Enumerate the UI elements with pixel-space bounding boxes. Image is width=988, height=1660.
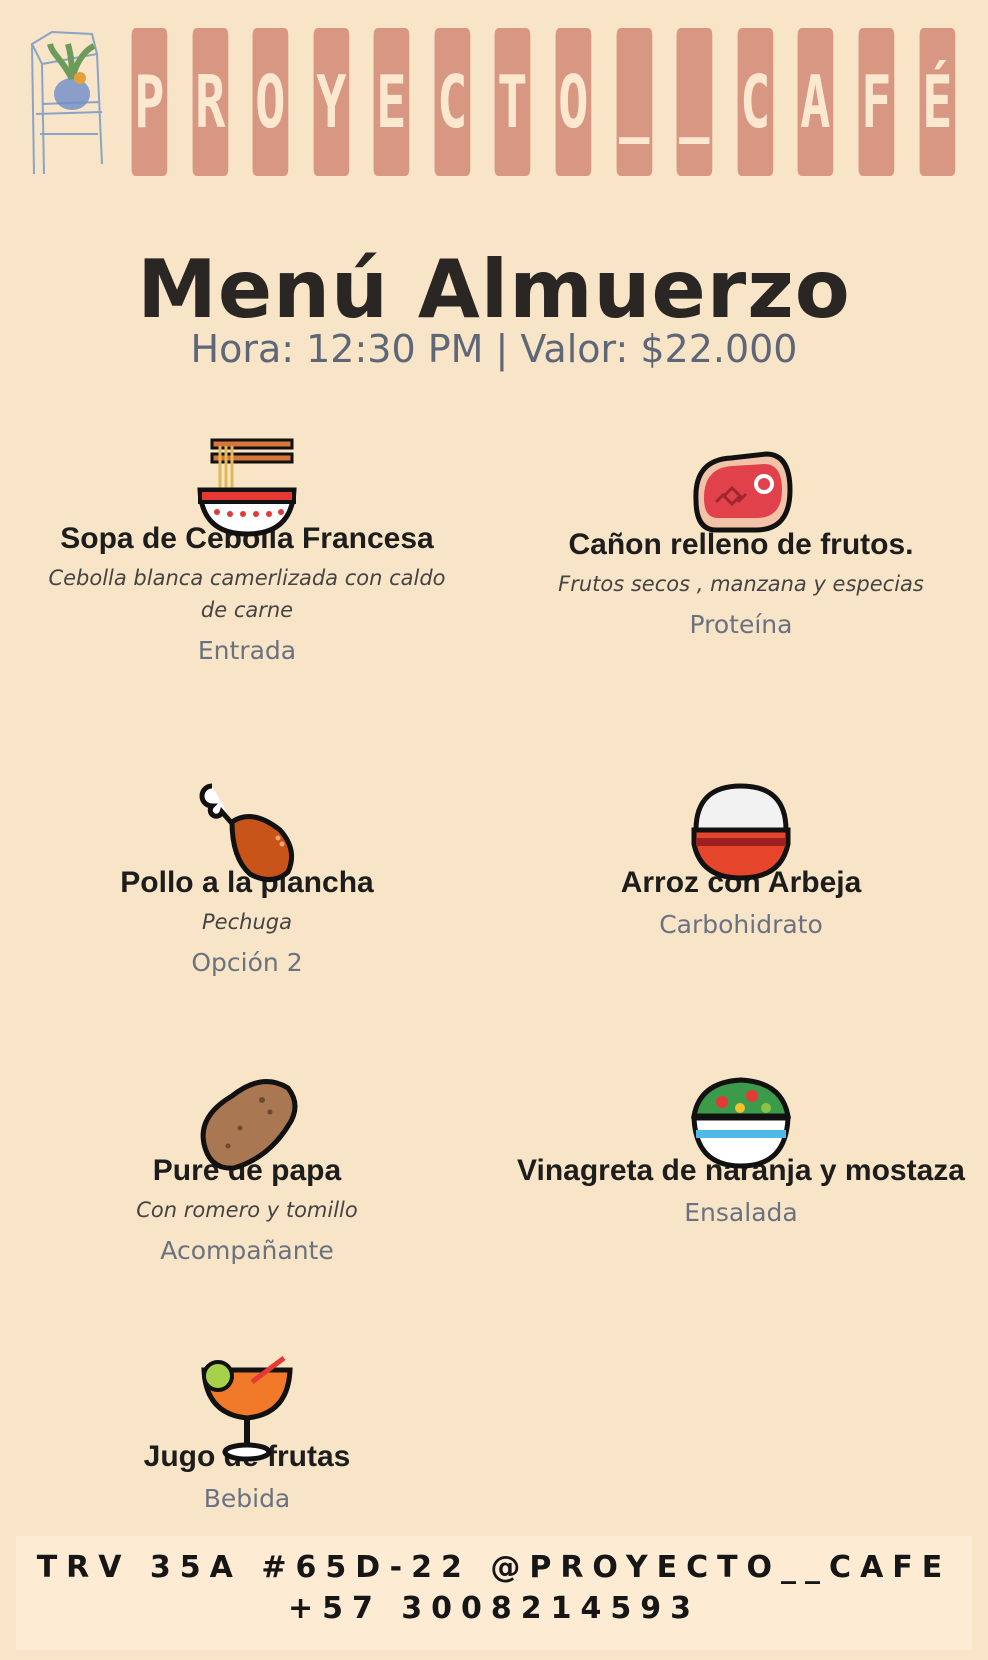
footer-contact: TRV 35A #65D-22 @PROYECTO__CAFE +57 3008… <box>16 1536 972 1650</box>
item-description: Frutos secos , manzana y especias <box>558 572 924 596</box>
brand-letter-tile: E <box>373 28 410 176</box>
page-title: Menú Almuerzo <box>137 243 851 336</box>
item-category: Entrada <box>197 636 297 665</box>
item-category: Acompañante <box>160 1236 334 1265</box>
menu-item: Jugo de frutas Bebida <box>12 1352 482 1513</box>
brand-letter-tile: T <box>495 28 531 176</box>
potato-icon <box>200 1079 298 1171</box>
brand-letter-tile: R <box>192 28 228 176</box>
brand-wordmark: P R O Y E C T O _ _ C A F É <box>124 28 962 176</box>
brand-letter-tile: Y <box>313 28 349 176</box>
brand-letter-tile: O <box>252 28 289 176</box>
item-description: Pechuga <box>202 910 292 934</box>
menu-item: Vinagreta de naranja y mostaza Ensalada <box>506 1066 976 1227</box>
menu-item: Cañon relleno de frutos. Frutos secos , … <box>506 440 976 639</box>
rice-bowl-icon <box>691 783 791 881</box>
item-description: Cebolla blanca camerlizada con caldo de … <box>48 566 446 622</box>
menu-item: Pollo a la plancha Pechuga Opción 2 <box>12 778 482 977</box>
steak-icon <box>693 451 793 533</box>
footer-phone: +57 3008214593 <box>287 1591 701 1626</box>
item-category: Proteína <box>689 610 793 639</box>
tropical-drink-icon <box>201 1356 293 1462</box>
menu-item: Sopa de Cebolla Francesa Cebolla blanca … <box>12 434 482 665</box>
brand-letter-tile: A <box>797 28 834 176</box>
brand-letter-tile: _ <box>676 28 713 176</box>
brand-letter-tile: O <box>555 28 592 176</box>
brand-letter-tile: F <box>858 28 894 176</box>
brand-logo: P R O Y E C T O _ _ C A F É <box>22 24 962 180</box>
item-category: Bebida <box>203 1484 291 1513</box>
brand-letter-tile: _ <box>616 28 652 176</box>
chicken-leg-icon <box>199 783 295 882</box>
brand-letter-tile: C <box>737 28 773 176</box>
item-category: Opción 2 <box>191 948 303 977</box>
page-subtitle: Hora: 12:30 PM | Valor: $22.000 <box>190 327 798 371</box>
salad-bowl-icon <box>691 1077 791 1169</box>
menu-item: Arroz con Arbeja Carbohidrato <box>506 778 976 939</box>
brand-letter-tile: C <box>434 28 470 176</box>
ramen-bowl-icon <box>197 438 297 537</box>
brand-letter-tile: P <box>131 28 167 176</box>
item-description: Con romero y tomillo <box>136 1198 358 1222</box>
item-category: Ensalada <box>684 1198 798 1227</box>
chair-plant-icon <box>30 30 103 175</box>
menu-item: Pure de papa Con romero y tomillo Acompa… <box>12 1066 482 1265</box>
item-category: Carbohidrato <box>659 910 823 939</box>
brand-letter-tile: É <box>919 28 955 176</box>
footer-address: TRV 35A #65D-22 @PROYECTO__CAFE <box>36 1550 952 1585</box>
